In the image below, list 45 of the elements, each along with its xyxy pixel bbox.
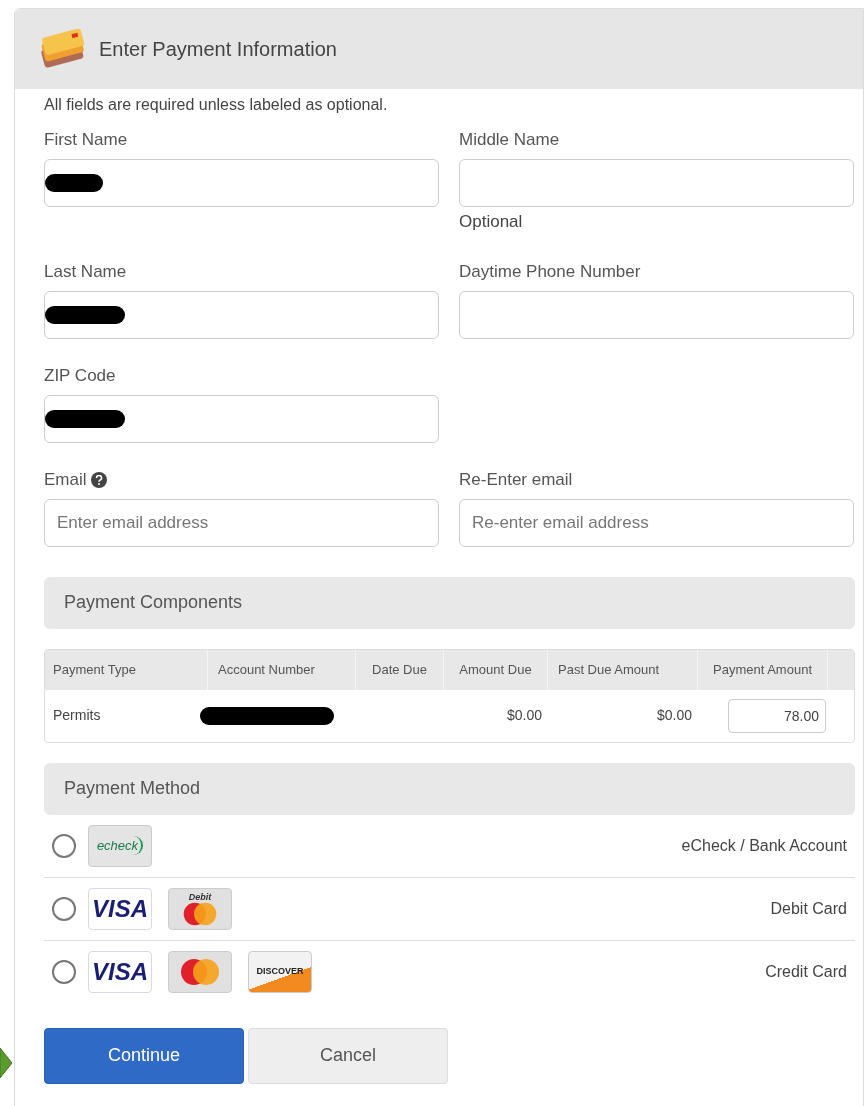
field-label: Last Name	[44, 260, 127, 283]
discover-logo: DISCOVER	[248, 951, 312, 993]
field-label: Daytime Phone Number	[459, 260, 641, 283]
table-cell-text: Permits	[52, 706, 102, 725]
continue-button[interactable]: Continue	[44, 1027, 244, 1084]
amount-input[interactable]: 78.00	[728, 698, 826, 733]
option-label: Credit Card	[765, 962, 847, 982]
input-field[interactable]	[44, 159, 439, 207]
radio-button[interactable]	[52, 896, 76, 921]
input-field[interactable]: Enter email address	[44, 498, 439, 547]
visa-logo: VISA	[88, 951, 152, 993]
visa-logo: VISA	[88, 887, 152, 930]
column-header: Date Due	[372, 660, 427, 679]
echeck-logo: echeck	[88, 824, 152, 867]
column-header: Past Due Amount	[558, 660, 660, 679]
table-cell-text: $0.00	[505, 706, 543, 725]
section-title: Payment Components	[64, 591, 243, 614]
option-label: Debit Card	[770, 898, 847, 919]
required-note: All fields are required unless labeled as optional.	[44, 95, 389, 115]
field-label: First Name	[44, 129, 128, 152]
field-label: Middle Name	[459, 129, 560, 152]
mastercard-logo: Debit	[168, 887, 232, 930]
table-cell-text: $0.00	[655, 706, 693, 725]
field-label: Email	[44, 468, 87, 491]
option-label: eCheck / Bank Account	[681, 835, 847, 856]
input-field[interactable]	[44, 394, 439, 443]
cancel-button[interactable]: Cancel	[248, 1027, 448, 1084]
field-label: ZIP Code	[44, 364, 116, 387]
help-icon[interactable]	[90, 471, 107, 488]
input-field[interactable]: Re-enter email address	[459, 498, 854, 547]
input-field[interactable]	[459, 159, 854, 207]
field-hint: Optional	[459, 211, 524, 233]
input-field[interactable]	[459, 290, 854, 339]
radio-button[interactable]	[52, 960, 76, 984]
section-title: Payment Method	[64, 777, 201, 800]
column-header: Payment Amount	[713, 660, 812, 679]
field-label: Re-Enter email	[459, 468, 573, 491]
column-header: Account Number	[218, 660, 315, 679]
panel-title: Enter Payment Information	[99, 37, 337, 62]
radio-button[interactable]	[52, 833, 76, 858]
column-header: Amount Due	[459, 660, 532, 679]
column-header: Payment Type	[53, 660, 136, 679]
mastercard-logo	[168, 951, 232, 993]
input-field[interactable]	[44, 290, 439, 339]
arrow-icon	[0, 1048, 12, 1078]
